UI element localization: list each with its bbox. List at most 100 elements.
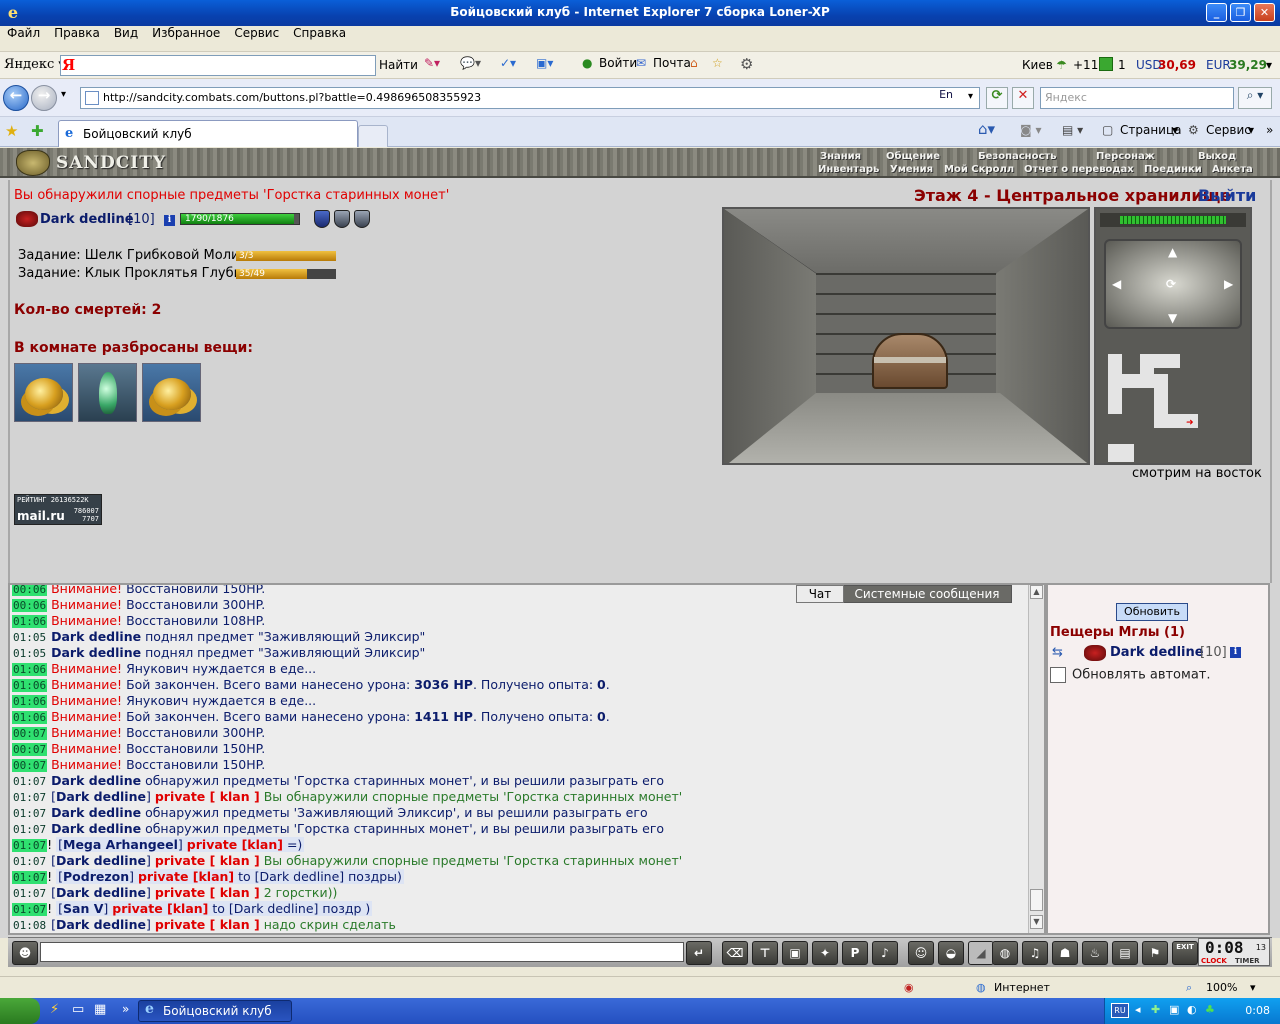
nav-profile[interactable]: Анкета bbox=[1212, 164, 1253, 175]
user-name[interactable]: Dark dedline bbox=[51, 645, 141, 660]
user-info-icon[interactable]: i bbox=[1230, 647, 1241, 658]
menu-edit[interactable]: Правка bbox=[47, 26, 107, 40]
chat-scrollbar[interactable]: ▲ ▼ bbox=[1028, 585, 1044, 933]
mirror-icon[interactable]: ▤ bbox=[1112, 941, 1138, 965]
usd-value[interactable]: 30,69 bbox=[1158, 58, 1196, 72]
scroll-up-icon[interactable]: ▲ bbox=[1030, 585, 1043, 599]
timestamp[interactable]: 01:05 bbox=[12, 647, 47, 660]
network-icon[interactable]: ▣ bbox=[1169, 1003, 1179, 1016]
exit-button[interactable]: EXIT bbox=[1172, 941, 1198, 965]
private-label[interactable]: private [klan] bbox=[112, 901, 208, 916]
timestamp[interactable]: 01:07 bbox=[12, 855, 47, 868]
potion-icon[interactable]: ♨ bbox=[1082, 941, 1108, 965]
menu-help[interactable]: Справка bbox=[286, 26, 353, 40]
more-tools-icon[interactable]: » bbox=[1266, 123, 1273, 137]
user-name[interactable]: Dark dedline bbox=[1110, 645, 1204, 660]
pen-icon[interactable]: ✎▾ bbox=[424, 56, 440, 70]
user-name[interactable]: Dark dedline bbox=[51, 629, 141, 644]
user-name[interactable]: Dark dedline bbox=[51, 821, 141, 836]
history-dropdown-icon[interactable]: ▾ bbox=[61, 89, 66, 100]
clan-emblem-icon[interactable] bbox=[1084, 645, 1106, 661]
browser-search-input[interactable]: Яндекс bbox=[1040, 87, 1234, 109]
nav-social[interactable]: Общение bbox=[886, 151, 940, 162]
forward-button[interactable]: → bbox=[31, 85, 57, 111]
spellcheck-icon[interactable]: ✓▾ bbox=[500, 56, 516, 70]
stop-button[interactable]: ✕ bbox=[1012, 87, 1034, 109]
zoom-dropdown-icon[interactable]: ▾ bbox=[1250, 981, 1256, 994]
arrow-down-icon[interactable]: ▼ bbox=[1168, 311, 1177, 325]
user-name[interactable]: Mega Arhangeel bbox=[63, 837, 178, 852]
user-name[interactable]: Dark dedline bbox=[56, 885, 146, 900]
nav-knowledge[interactable]: Знания bbox=[820, 151, 861, 162]
scroll-icon[interactable]: ♫ bbox=[1022, 941, 1048, 965]
feeds-icon[interactable]: ◙ ▾ bbox=[1020, 123, 1041, 137]
tab-chat[interactable]: Чат bbox=[796, 585, 844, 603]
center-refresh-icon[interactable]: ⟳ bbox=[1166, 277, 1176, 291]
player-info-icon[interactable]: i bbox=[164, 215, 175, 226]
nav-my-scroll[interactable]: Мой Скролл bbox=[944, 164, 1014, 175]
timestamp[interactable]: 01:07 bbox=[12, 775, 47, 788]
speech-icon[interactable]: 💬▾ bbox=[460, 56, 481, 70]
mail-button[interactable]: Почта bbox=[653, 56, 691, 70]
counter-value[interactable]: 1 bbox=[1118, 58, 1126, 72]
save-icon[interactable]: ▣ bbox=[782, 941, 808, 965]
turn-left-icon[interactable]: ◀ bbox=[1112, 277, 1121, 291]
nav-security[interactable]: Безопасность bbox=[978, 151, 1057, 162]
menu-favorites[interactable]: Избранное bbox=[145, 26, 227, 40]
group-icon[interactable]: ☗ bbox=[1052, 941, 1078, 965]
tray-arrow-icon[interactable]: ◂ bbox=[1135, 1003, 1141, 1016]
sound-icon[interactable]: ♪ bbox=[872, 941, 898, 965]
timestamp[interactable]: 01:07 bbox=[12, 903, 48, 916]
user-name[interactable]: Dark dedline bbox=[56, 789, 146, 804]
timestamp[interactable]: 00:06 bbox=[12, 585, 48, 596]
timestamp[interactable]: 01:06 bbox=[12, 711, 48, 724]
back-button[interactable]: ← bbox=[3, 85, 29, 111]
timestamp[interactable]: 01:07 bbox=[12, 871, 48, 884]
user-name[interactable]: San V bbox=[63, 901, 103, 916]
minimize-button[interactable]: _ bbox=[1206, 3, 1227, 22]
timestamp[interactable]: 00:07 bbox=[12, 743, 48, 756]
address-input[interactable]: http://sandcity.combats.com/buttons.pl?b… bbox=[80, 87, 980, 109]
refresh-users-button[interactable]: Обновить bbox=[1116, 603, 1188, 621]
timestamp[interactable]: 01:05 bbox=[12, 631, 47, 644]
chevron-down-icon[interactable]: ▾ bbox=[1248, 123, 1254, 137]
chat-input[interactable] bbox=[40, 942, 684, 962]
helmet-icon[interactable]: ◒ bbox=[938, 941, 964, 965]
new-tab-button[interactable] bbox=[358, 125, 388, 147]
scroll-thumb[interactable] bbox=[1030, 889, 1043, 911]
tools-menu[interactable]: Сервис bbox=[1206, 123, 1251, 137]
user-name[interactable]: Dark dedline bbox=[56, 853, 146, 868]
user-name[interactable]: Dark dedline bbox=[51, 773, 141, 788]
maximize-button[interactable]: ❐ bbox=[1230, 3, 1251, 22]
explorer-icon[interactable]: ▦ bbox=[94, 1002, 106, 1017]
print-icon[interactable]: ▤ ▾ bbox=[1062, 123, 1083, 137]
player-name[interactable]: Dark dedline bbox=[40, 212, 134, 227]
item-coins-2[interactable] bbox=[142, 363, 201, 422]
timestamp[interactable]: 01:08 bbox=[12, 919, 47, 932]
tray-icon-1[interactable]: ✚ bbox=[1151, 1003, 1160, 1016]
close-button[interactable]: ✕ bbox=[1254, 3, 1275, 22]
timestamp[interactable]: 00:06 bbox=[12, 599, 48, 612]
private-label[interactable]: private [klan] bbox=[138, 869, 234, 884]
nav-exit[interactable]: Выход bbox=[1198, 151, 1236, 162]
user-name[interactable]: Dark dedline bbox=[51, 805, 141, 820]
treasure-chest[interactable] bbox=[872, 333, 948, 389]
timestamp[interactable]: 01:07 bbox=[12, 887, 47, 900]
timestamp[interactable]: 01:07 bbox=[12, 791, 47, 804]
weather-city[interactable]: Киев bbox=[1022, 58, 1053, 72]
keyboard-lang[interactable]: En bbox=[939, 88, 953, 101]
arrow-up-icon[interactable]: ▲ bbox=[1168, 245, 1177, 259]
private-label[interactable]: private [klan] bbox=[187, 837, 283, 852]
clover-icon[interactable]: ♣ bbox=[1205, 1003, 1215, 1016]
tab-fight-club[interactable]: e Бойцовский клуб bbox=[58, 120, 358, 147]
bookmark-add-icon[interactable]: ⌂ bbox=[690, 56, 698, 70]
weather-temp[interactable]: +11 bbox=[1073, 58, 1098, 72]
private-message-icon[interactable]: ⇆ bbox=[1052, 645, 1063, 660]
home-icon[interactable]: ⌂▾ bbox=[978, 120, 995, 138]
movement-compass[interactable]: ▲ ▼ ◀ ▶ ⟳ bbox=[1104, 239, 1242, 329]
nav-skills[interactable]: Умения bbox=[890, 164, 933, 175]
system-clock[interactable]: 0:08 bbox=[1245, 1004, 1270, 1017]
login-button[interactable]: Войти bbox=[599, 56, 637, 70]
send-icon[interactable]: ↵ bbox=[686, 941, 712, 965]
private-label[interactable]: private [ klan ] bbox=[155, 885, 260, 900]
